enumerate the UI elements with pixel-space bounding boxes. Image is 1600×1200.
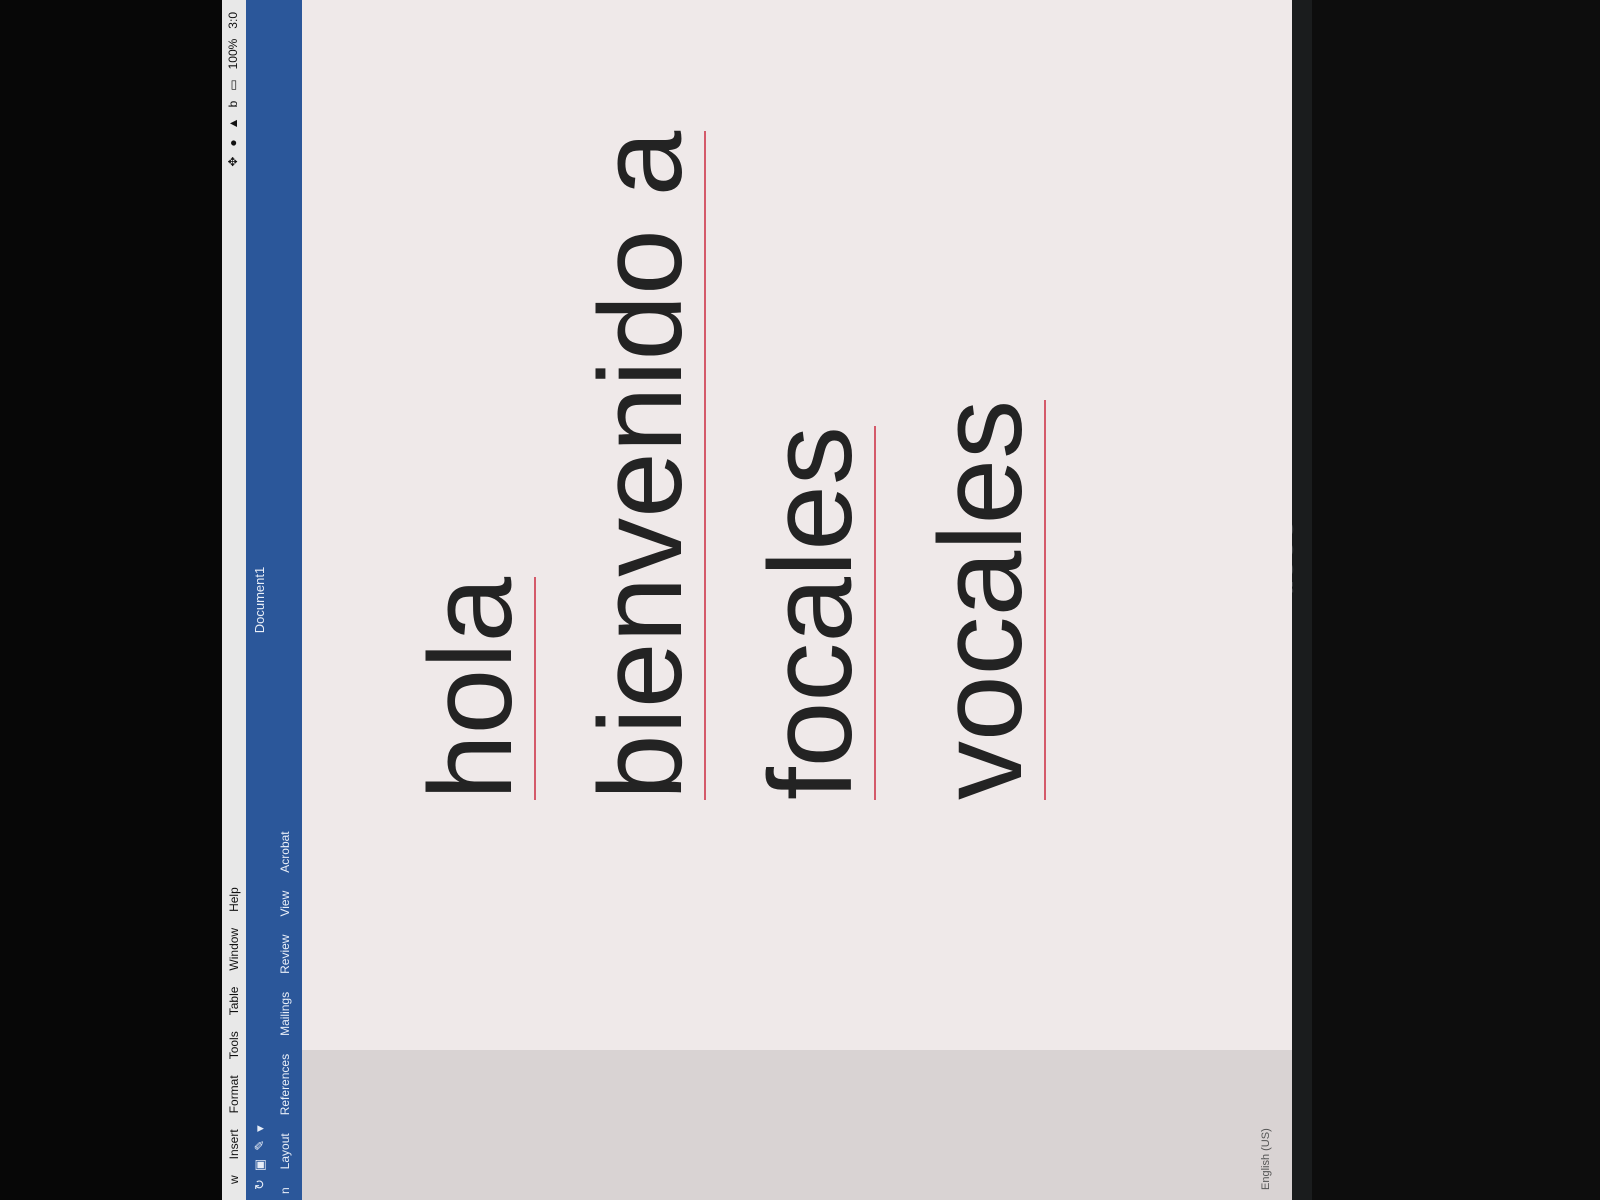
screen-content: w Insert Format Tools Table Window Help … (222, 0, 1292, 1200)
battery-percent: 100% (226, 38, 240, 70)
language-status[interactable]: English (US) (1260, 1128, 1272, 1190)
desk-background (0, 0, 222, 1200)
b-icon[interactable]: b (226, 101, 240, 108)
menubar-status-area: ✥ ● ▲ b ▭ 100% 3:0 (226, 12, 240, 167)
mac-menu-bar: w Insert Format Tools Table Window Help … (222, 0, 246, 1200)
monitor-frame (1312, 0, 1600, 1200)
tab-acrobat[interactable]: Acrobat (278, 831, 292, 872)
doc-line-4[interactable]: vocales (915, 399, 1047, 800)
tab-design[interactable]: n (278, 1187, 292, 1194)
doc-line-2[interactable]: bienvenido a (575, 130, 707, 800)
doc-word: focales (745, 426, 877, 800)
word-title-ribbon: ↻ ▣ ✎ ▾ Document1 n Layout References Ma… (246, 0, 302, 1200)
tab-references[interactable]: References (278, 1054, 292, 1115)
menu-view[interactable]: w (227, 1175, 241, 1184)
doc-line-3[interactable]: focales (745, 426, 877, 800)
document-page[interactable]: hola bienvenido a focales vocales (302, 0, 1292, 1050)
tab-view[interactable]: View (278, 891, 292, 917)
drive-icon[interactable]: ▲ (226, 117, 240, 129)
doc-word: bienvenido a (575, 130, 707, 800)
photo-stage: acer w Insert Format Tools Table Window … (0, 0, 1600, 1200)
menu-window[interactable]: Window (227, 928, 241, 971)
doc-line-1[interactable]: hola (405, 576, 537, 800)
tab-layout[interactable]: Layout (278, 1133, 292, 1169)
document-canvas: hola bienvenido a focales vocales Englis… (302, 0, 1292, 1200)
ribbon-tabs: n Layout References Mailings Review View… (278, 831, 292, 1200)
status-bar: English (US) (1242, 1050, 1292, 1200)
dropbox-icon[interactable]: ✥ (226, 157, 240, 167)
tab-review[interactable]: Review (278, 935, 292, 974)
doc-word: vocales (915, 399, 1047, 800)
tab-mailings[interactable]: Mailings (278, 992, 292, 1036)
screen: w Insert Format Tools Table Window Help … (222, 0, 1292, 1200)
clock[interactable]: 3:0 (226, 12, 240, 29)
battery-icon[interactable]: ▭ (226, 79, 240, 90)
doc-word: hola (405, 576, 537, 800)
record-icon[interactable]: ● (226, 139, 240, 146)
menu-format[interactable]: Format (227, 1075, 241, 1113)
menu-help[interactable]: Help (227, 887, 241, 912)
menu-insert[interactable]: Insert (227, 1129, 241, 1159)
menu-tools[interactable]: Tools (227, 1031, 241, 1059)
document-title: Document1 (252, 566, 267, 634)
menu-table[interactable]: Table (227, 987, 241, 1016)
